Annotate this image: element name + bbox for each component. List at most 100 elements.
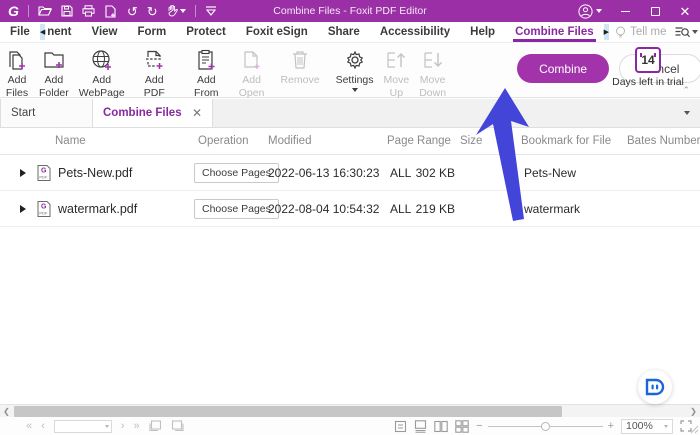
svg-text:PDF: PDF <box>39 210 48 215</box>
zoom-slider[interactable]: − + <box>476 420 614 432</box>
first-page-icon[interactable]: « <box>26 420 32 432</box>
menu-help[interactable]: Help <box>460 26 505 38</box>
move-down-icon <box>421 48 445 72</box>
menu-form[interactable]: Form <box>127 26 176 38</box>
next-page-icon[interactable]: › <box>121 420 125 432</box>
open-file-icon[interactable] <box>38 5 52 17</box>
combine-button[interactable]: Combine <box>517 54 609 83</box>
divider <box>28 5 29 17</box>
add-pdf-from-scanner-button[interactable]: Add PDF from Scanner <box>130 44 179 97</box>
pdf-file-icon: GPDF <box>37 200 51 217</box>
add-folder-icon <box>42 48 66 72</box>
next-view-icon[interactable] <box>171 420 184 432</box>
expand-row-icon[interactable] <box>20 205 26 213</box>
continuous-facing-view-icon[interactable] <box>455 420 469 433</box>
scrollbar-thumb[interactable] <box>14 406 562 417</box>
advanced-search-button[interactable] <box>675 26 698 38</box>
add-from-clipboard-button[interactable]: Add From Clipboard <box>179 44 234 97</box>
minimize-button[interactable] <box>610 0 640 22</box>
menu-scroll-right-icon[interactable]: ▶ <box>604 24 609 40</box>
last-page-icon[interactable]: » <box>133 420 139 432</box>
facing-view-icon[interactable] <box>434 420 448 433</box>
previous-page-icon[interactable]: ‹ <box>41 420 45 432</box>
zoom-out-icon[interactable]: − <box>476 420 482 432</box>
column-header-operation[interactable]: Operation <box>198 135 249 147</box>
menu-accessibility[interactable]: Accessibility <box>370 26 460 38</box>
tab-list-dropdown-icon[interactable] <box>684 111 690 115</box>
expand-row-icon[interactable] <box>20 169 26 177</box>
trial-widget[interactable]: 14 Days left in trial <box>608 47 688 88</box>
column-header-page-range[interactable]: Page Range <box>387 135 451 147</box>
single-page-view-icon[interactable] <box>394 420 407 433</box>
horizontal-scrollbar[interactable]: ❮ ❯ <box>0 404 700 417</box>
open-files-icon <box>240 48 264 72</box>
add-folder-button[interactable]: Add Folder <box>34 44 74 97</box>
undo-icon[interactable]: ↺ <box>127 5 138 18</box>
settings-button[interactable]: Settings <box>331 44 379 97</box>
page-navigation: « ‹ › » <box>26 420 184 433</box>
remove-button: Remove <box>275 44 324 97</box>
chevron-down-icon <box>352 88 358 92</box>
move-up-button: Move Up <box>379 44 415 97</box>
add-files-button[interactable]: Add Files <box>0 44 34 97</box>
column-header-size[interactable]: Size <box>460 135 482 147</box>
table-row[interactable]: GPDF Pets-New.pdf Choose Pages 2022-06-1… <box>0 155 700 191</box>
continuous-view-icon[interactable] <box>414 420 427 433</box>
file-name: Pets-New.pdf <box>58 166 132 180</box>
clipboard-icon <box>194 48 218 72</box>
account-button[interactable] <box>578 4 602 19</box>
menu-combine-files[interactable]: Combine Files <box>505 26 604 38</box>
menu-share[interactable]: Share <box>318 26 370 38</box>
save-icon[interactable] <box>61 5 73 17</box>
window-controls: ✕ <box>578 0 700 22</box>
svg-text:PDF: PDF <box>39 174 48 179</box>
status-bar: « ‹ › » − + 100% <box>0 417 700 435</box>
menu-comment-partial[interactable]: nent <box>45 26 81 38</box>
file-name: watermark.pdf <box>58 202 137 216</box>
close-button[interactable]: ✕ <box>670 0 700 22</box>
customize-toolbar-icon[interactable] <box>205 6 217 16</box>
zoom-level-select[interactable]: 100% <box>621 419 673 434</box>
tell-me-button[interactable]: Tell me <box>615 26 666 39</box>
menu-file[interactable]: File <box>0 26 40 38</box>
document-tab-bar: Start Combine Files ✕ <box>0 99 700 128</box>
move-down-button: Move Down <box>414 44 451 97</box>
menu-protect[interactable]: Protect <box>176 26 236 38</box>
divider <box>195 5 196 17</box>
tab-close-icon[interactable]: ✕ <box>192 106 202 120</box>
resize-grip[interactable] <box>690 425 699 434</box>
zoom-in-icon[interactable]: + <box>608 420 614 432</box>
column-header-modified[interactable]: Modified <box>268 135 311 147</box>
maximize-button[interactable] <box>640 0 670 22</box>
column-header-bates[interactable]: Bates Number <box>627 135 700 147</box>
quick-access-toolbar: G ↺ ↻ <box>0 4 217 18</box>
foxit-pdf-editor-window: G ↺ ↻ Combine Files - Foxit PDF Editor ✕ <box>0 0 700 435</box>
choose-pages-button[interactable]: Choose Pages <box>194 199 279 219</box>
menu-view[interactable]: View <box>81 26 127 38</box>
chevron-down-icon <box>664 425 668 428</box>
create-pdf-icon[interactable] <box>104 5 118 18</box>
menu-foxit-esign[interactable]: Foxit eSign <box>236 26 318 38</box>
add-webpage-button[interactable]: Add WebPage <box>74 44 130 97</box>
collapse-ribbon-icon[interactable]: ⌃ <box>682 85 690 96</box>
table-row[interactable]: GPDF watermark.pdf Choose Pages 2022-08-… <box>0 191 700 227</box>
column-header-bookmark[interactable]: Bookmark for File <box>521 135 611 147</box>
lightbulb-icon <box>615 26 626 39</box>
previous-view-icon[interactable] <box>149 420 162 432</box>
redo-icon[interactable]: ↻ <box>147 5 158 18</box>
tab-combine-files[interactable]: Combine Files ✕ <box>93 99 213 127</box>
tab-start[interactable]: Start <box>0 99 93 127</box>
add-files-icon <box>5 48 29 72</box>
page-number-input[interactable] <box>54 420 112 433</box>
foxit-logo-icon[interactable]: G <box>8 4 19 18</box>
title-bar: G ↺ ↻ Combine Files - Foxit PDF Editor ✕ <box>0 0 700 22</box>
search-filter-icon <box>675 26 690 38</box>
svg-text:G: G <box>41 203 47 210</box>
ai-assistant-button[interactable] <box>638 370 672 404</box>
hand-tool-icon[interactable] <box>167 5 186 17</box>
move-up-icon <box>384 48 408 72</box>
column-header-name[interactable]: Name <box>55 135 86 147</box>
print-icon[interactable] <box>82 5 95 17</box>
file-size: 219 KB <box>395 202 455 216</box>
choose-pages-button[interactable]: Choose Pages <box>194 163 279 183</box>
